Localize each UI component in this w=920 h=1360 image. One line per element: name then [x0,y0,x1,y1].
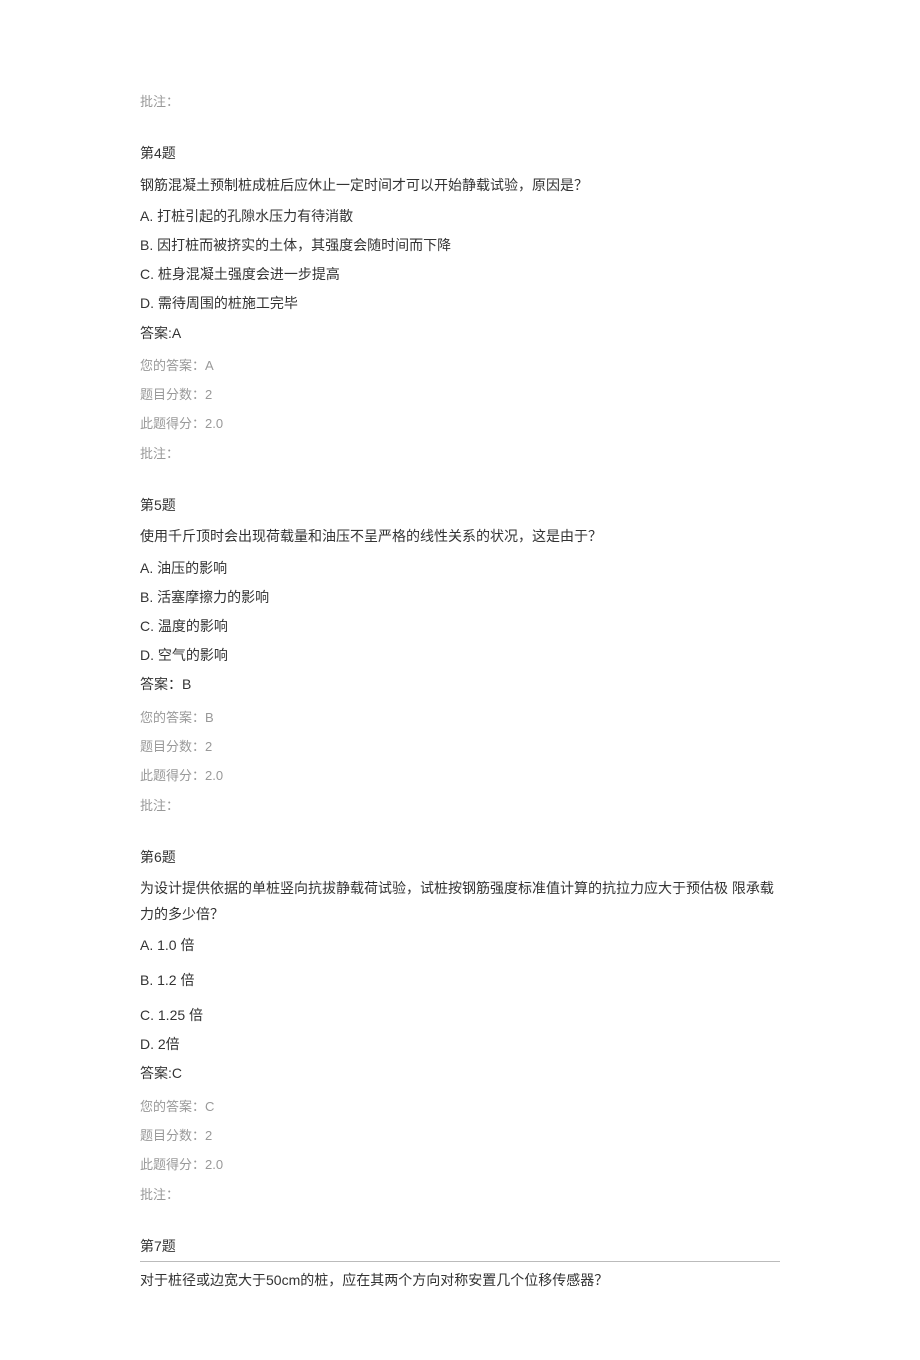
your-answer: 您的答案：B [140,706,780,729]
option-b: B. 1.2 倍 [140,968,780,993]
correct-answer: 答案:C [140,1061,780,1086]
your-answer: 您的答案：C [140,1095,780,1118]
option-b: B. 活塞摩擦力的影响 [140,585,780,610]
score-got: 此题得分：2.0 [140,1153,780,1176]
option-d: D. 需待周围的桩施工完毕 [140,291,780,316]
option-d: D. 2倍 [140,1032,780,1057]
question-6-block: 第6题 为设计提供依据的单桩竖向抗拔静载荷试验，试桩按钢筋强度标准值计算的抗拉力… [140,845,780,1206]
question-4-block: 第4题 钢筋混凝土预制桩成桩后应休止一定时间才可以开始静载试验，原因是？ A. … [140,141,780,465]
option-b: B. 因打桩而被挤实的土体，其强度会随时间而下降 [140,233,780,258]
question-text: 钢筋混凝土预制桩成桩后应休止一定时间才可以开始静载试验，原因是？ [140,173,780,198]
option-c: C. 桩身混凝土强度会进一步提高 [140,262,780,287]
question-5-block: 第5题 使用千斤顶时会出现荷载量和油压不呈严格的线性关系的状况，这是由于？ A.… [140,493,780,817]
score-got: 此题得分：2.0 [140,412,780,435]
score-total: 题目分数：2 [140,735,780,758]
question-title: 第5题 [140,493,780,518]
intro-comment: 批注： [140,90,780,113]
question-text: 为设计提供依据的单桩竖向抗拔静载荷试验，试桩按钢筋强度标准值计算的抗拉力应大于预… [140,876,780,926]
comment-label: 批注： [140,442,780,465]
your-answer: 您的答案：A [140,354,780,377]
option-c: C. 温度的影响 [140,614,780,639]
correct-answer: 答案：B [140,672,780,697]
correct-answer: 答案:A [140,321,780,346]
option-a: A. 打桩引起的孔隙水压力有待消散 [140,204,780,229]
question-title: 第4题 [140,141,780,166]
option-d: D. 空气的影响 [140,643,780,668]
option-a: A. 1.0 倍 [140,933,780,958]
score-total: 题目分数：2 [140,1124,780,1147]
question-title: 第7题 [140,1234,780,1262]
option-a: A. 油压的影响 [140,556,780,581]
question-7-block: 第7题 对于桩径或边宽大于50cm的桩，应在其两个方向对称安置几个位移传感器？ [140,1234,780,1293]
option-c: C. 1.25 倍 [140,1003,780,1028]
comment-label: 批注： [140,1183,780,1206]
score-got: 此题得分：2.0 [140,764,780,787]
question-text: 对于桩径或边宽大于50cm的桩，应在其两个方向对称安置几个位移传感器？ [140,1268,780,1293]
question-title: 第6题 [140,845,780,870]
score-total: 题目分数：2 [140,383,780,406]
question-text: 使用千斤顶时会出现荷载量和油压不呈严格的线性关系的状况，这是由于？ [140,524,780,549]
comment-label: 批注： [140,794,780,817]
